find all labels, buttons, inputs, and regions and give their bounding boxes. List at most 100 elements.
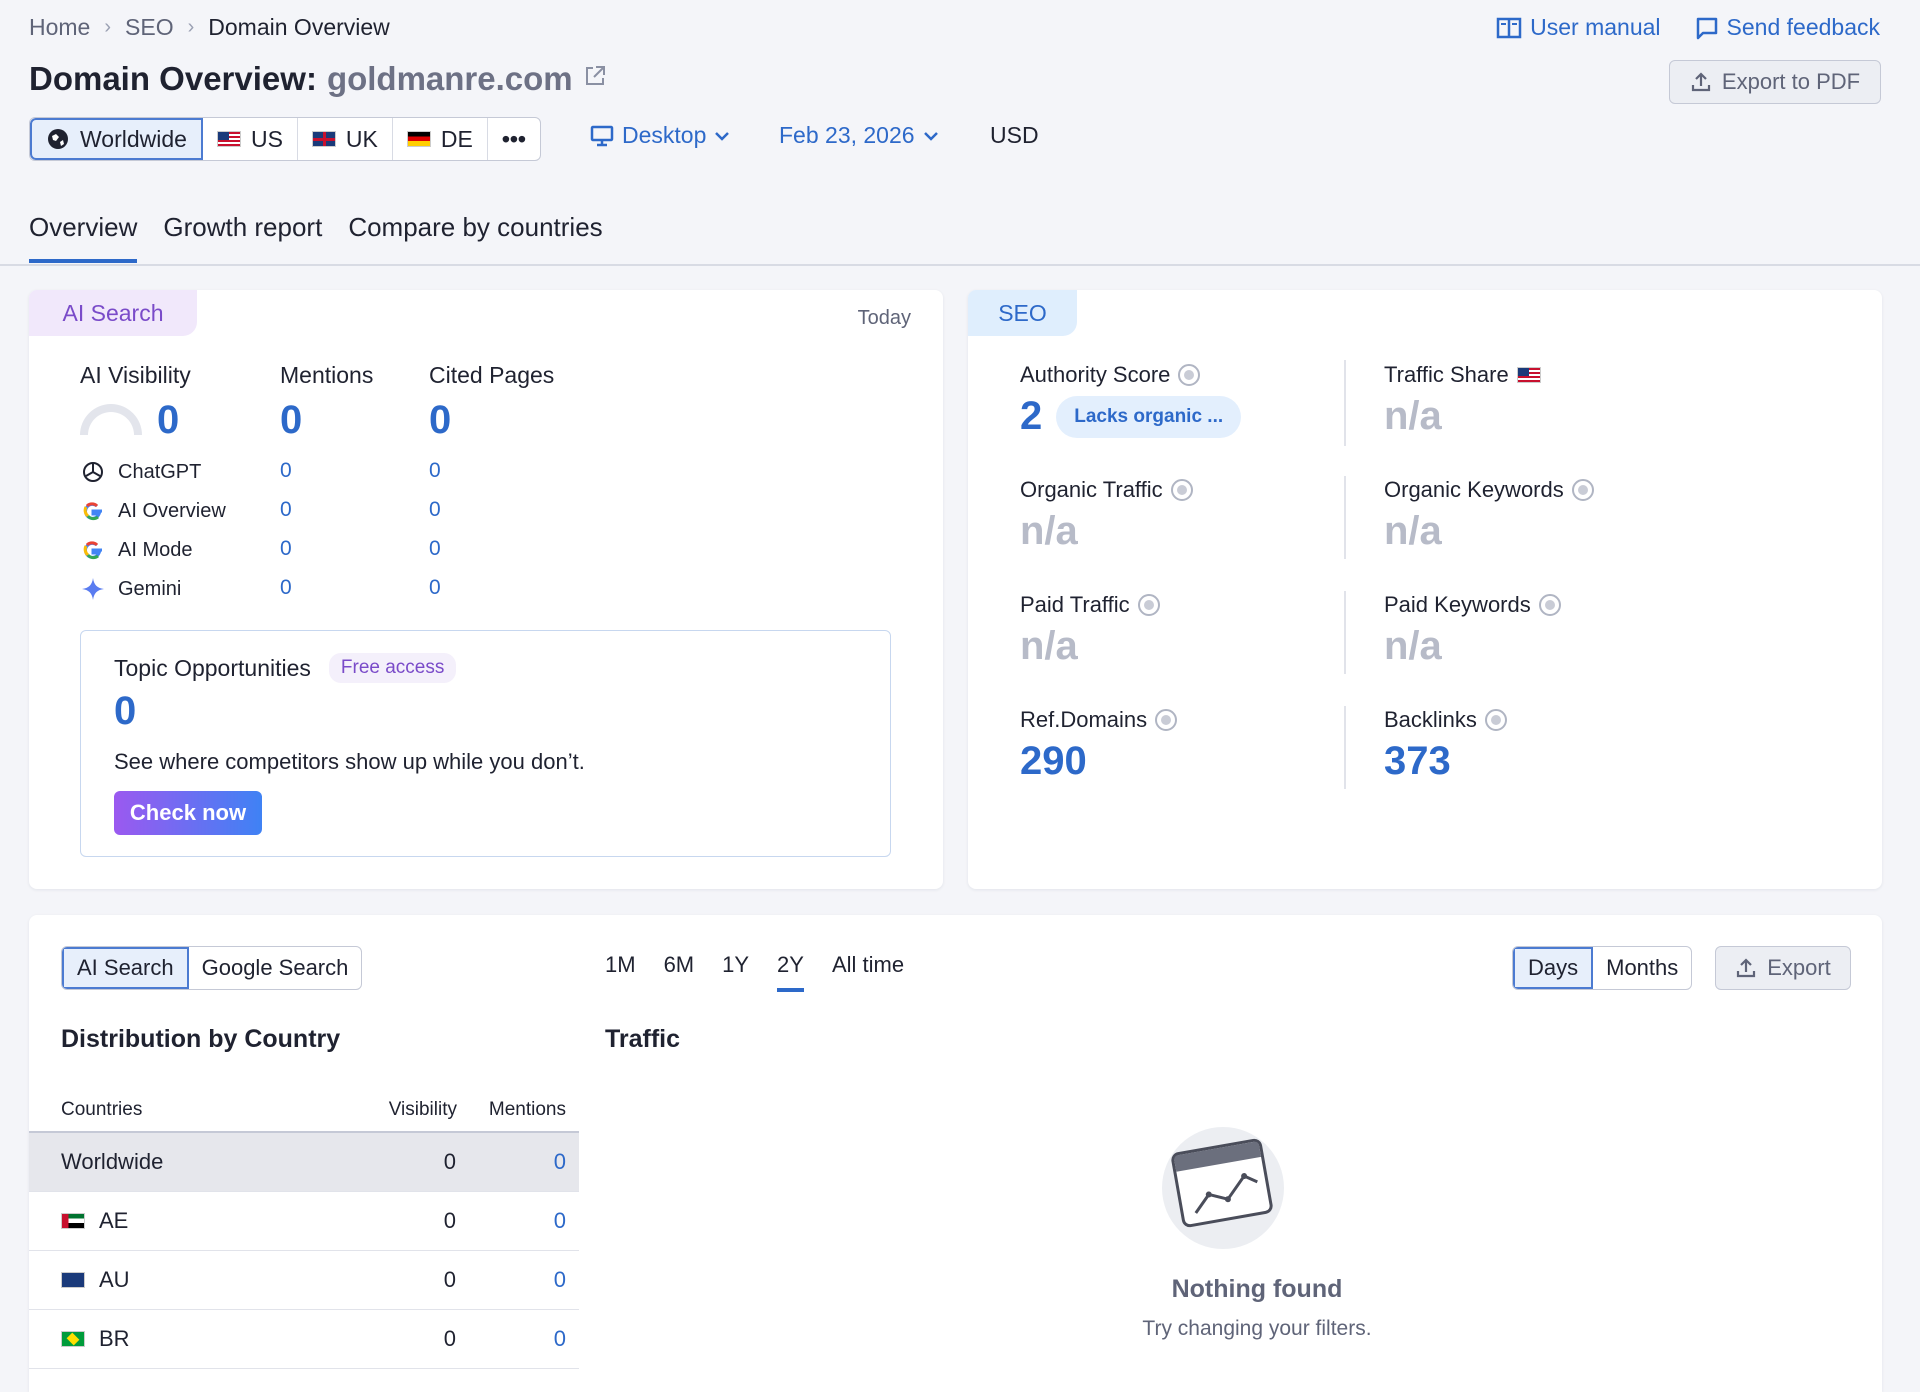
tab-growth-report[interactable]: Growth report [163, 212, 322, 263]
external-link-icon[interactable] [583, 64, 607, 95]
db-worldwide-label: Worldwide [80, 125, 187, 152]
ai-row-mentions[interactable]: 0 [280, 498, 292, 522]
ai-row-ai-mode: AI Mode [80, 537, 292, 563]
backlinks-value[interactable]: 373 [1384, 739, 1507, 784]
period-all-time[interactable]: All time [832, 952, 904, 992]
table-row[interactable]: AE 0 0 [29, 1192, 579, 1251]
period-2y[interactable]: 2Y [777, 952, 804, 992]
traffic-share-label: Traffic Share [1384, 362, 1509, 387]
table-row[interactable]: AU 0 0 [29, 1251, 579, 1310]
period-1m[interactable]: 1M [605, 952, 636, 992]
paid-keywords-metric: Paid Keywords n/a [1384, 592, 1561, 669]
col-mentions[interactable]: Mentions [489, 1099, 566, 1121]
seo-badge: SEO [968, 290, 1077, 336]
info-globe-icon[interactable] [1137, 594, 1160, 616]
mentions-value[interactable]: 0 [280, 398, 302, 443]
source-ai-search[interactable]: AI Search [62, 947, 189, 989]
ai-row-cited[interactable]: 0 [429, 576, 441, 600]
db-de[interactable]: DE [393, 118, 488, 160]
ai-row-mentions[interactable]: 0 [280, 459, 292, 483]
ref-domains-label-row: Ref.Domains [1020, 707, 1178, 733]
tab-compare-by-countries[interactable]: Compare by countries [348, 212, 602, 263]
breadcrumb-home[interactable]: Home [29, 14, 90, 41]
table-row[interactable]: BR 0 0 [29, 1310, 579, 1369]
backlinks-label: Backlinks [1384, 707, 1477, 732]
page-title-prefix: Domain Overview: [29, 60, 317, 97]
export-button[interactable]: Export [1715, 946, 1851, 990]
db-us-label: US [250, 125, 283, 152]
organic-traffic-value: n/a [1020, 509, 1078, 553]
tab-overview[interactable]: Overview [29, 212, 138, 263]
ai-row-mentions[interactable]: 0 [280, 576, 292, 600]
period-6m[interactable]: 6M [664, 952, 695, 992]
period-selector: 1M 6M 1Y 2Y All time [605, 952, 904, 992]
feedback-icon [1696, 17, 1717, 39]
organic-keywords-value: n/a [1384, 509, 1442, 553]
ai-row-cited[interactable]: 0 [429, 498, 441, 522]
source-toggle: AI Search Google Search [61, 946, 363, 990]
country-name: AE [99, 1208, 129, 1233]
table-row[interactable]: Worldwide 0 0 [29, 1133, 579, 1192]
col-countries[interactable]: Countries [61, 1099, 142, 1121]
topic-opportunities-box: Topic Opportunities Free access 0 See wh… [80, 630, 891, 857]
ai-row-gemini: Gemini [80, 576, 292, 602]
send-feedback-link[interactable]: Send feedback [1695, 14, 1880, 41]
organic-traffic-label: Organic Traffic [1020, 477, 1163, 502]
cited-pages-value[interactable]: 0 [429, 398, 451, 443]
period-1y[interactable]: 1Y [722, 952, 749, 992]
info-globe-icon[interactable] [1170, 479, 1193, 501]
top-links: User manual Send feedback [1496, 14, 1880, 41]
ref-domains-label: Ref.Domains [1020, 707, 1148, 732]
export-pdf-button[interactable]: Export to PDF [1669, 60, 1881, 104]
ai-search-card: AI Search Today AI Visibility Mentions C… [29, 290, 943, 889]
authority-score-metric: Authority Score 2 Lacks organic ... [1020, 362, 1242, 439]
ai-row-cited[interactable]: 0 [429, 459, 441, 483]
breadcrumb-seo[interactable]: SEO [125, 14, 174, 41]
country-name: BR [99, 1326, 130, 1351]
ref-domains-value[interactable]: 290 [1020, 739, 1177, 784]
mentions-cell[interactable]: 0 [554, 1267, 566, 1293]
table-header: Countries Visibility Mentions [29, 1091, 579, 1131]
user-manual-link[interactable]: User manual [1496, 14, 1661, 41]
authority-score-value[interactable]: 2 [1020, 394, 1042, 439]
distribution-title: Distribution by Country [61, 1025, 341, 1053]
db-uk[interactable]: UK [298, 118, 393, 160]
device-dropdown[interactable]: Desktop [590, 122, 730, 149]
mentions-cell[interactable]: 0 [554, 1208, 566, 1234]
mentions-cell[interactable]: 0 [554, 1326, 566, 1352]
mentions-cell[interactable]: 0 [554, 1149, 566, 1175]
topic-opportunities-title: Topic Opportunities Free access [114, 653, 457, 683]
ai-row-cited[interactable]: 0 [429, 537, 441, 561]
info-globe-icon[interactable] [1484, 709, 1507, 731]
info-globe-icon[interactable] [1571, 479, 1594, 501]
granularity-days[interactable]: Days [1513, 947, 1594, 989]
db-more-button[interactable]: ••• [488, 118, 540, 160]
db-worldwide[interactable]: Worldwide [30, 118, 203, 160]
paid-traffic-label-row: Paid Traffic [1020, 592, 1160, 618]
chevron-down-icon [715, 131, 730, 141]
divider [1344, 360, 1346, 446]
organic-keywords-label-row: Organic Keywords [1384, 477, 1594, 503]
visibility-cell: 0 [443, 1267, 456, 1292]
backlinks-metric: Backlinks 373 [1384, 707, 1507, 784]
visibility-cell: 0 [443, 1208, 456, 1233]
col-visibility[interactable]: Visibility [389, 1099, 457, 1121]
db-de-label: DE [440, 125, 473, 152]
info-globe-icon[interactable] [1178, 364, 1201, 386]
ai-row-mentions[interactable]: 0 [280, 537, 292, 561]
chevron-down-icon [923, 131, 938, 141]
db-us[interactable]: US [203, 118, 298, 160]
info-globe-icon[interactable] [1155, 709, 1178, 731]
lacks-organic-badge[interactable]: Lacks organic ... [1056, 395, 1242, 438]
more-icon: ••• [501, 125, 526, 152]
date-dropdown[interactable]: Feb 23, 2026 [779, 122, 939, 149]
granularity-months[interactable]: Months [1593, 947, 1691, 989]
mentions-label: Mentions [280, 362, 374, 388]
info-globe-icon[interactable] [1538, 594, 1561, 616]
check-now-button[interactable]: Check now [114, 791, 262, 835]
source-google-search[interactable]: Google Search [189, 947, 362, 989]
paid-keywords-label: Paid Keywords [1384, 592, 1531, 617]
breadcrumb-current: Domain Overview [208, 14, 390, 40]
organic-keywords-metric: Organic Keywords n/a [1384, 477, 1594, 554]
date-label: Feb 23, 2026 [779, 122, 915, 148]
